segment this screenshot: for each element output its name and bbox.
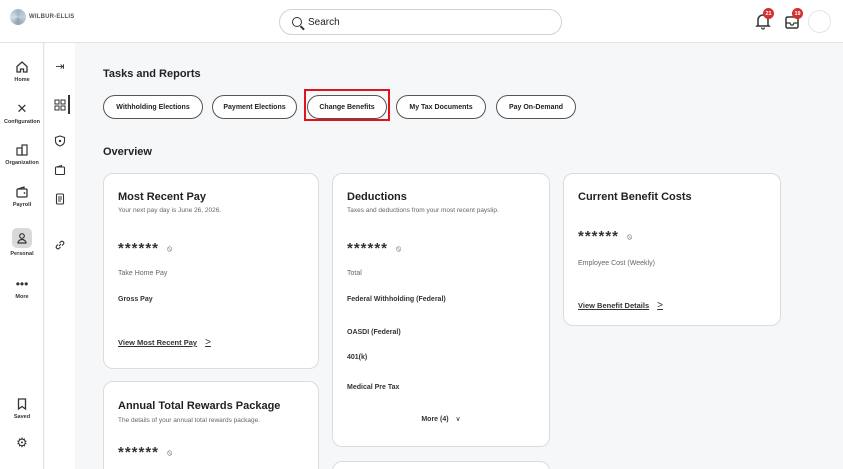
card-subtitle: Your next pay day is June 26, 2026. [118,207,222,214]
home-icon [16,61,28,73]
employee-cost-label: Employee Cost (Weekly) [578,260,655,267]
view-benefit-details-link[interactable]: View Benefit Details > [578,300,663,311]
nav-label-home: Home [14,77,30,83]
masked-amount: ****** ⦸ [118,444,172,461]
logo-text: WILBUR-ELLIS [29,14,75,20]
collapse-arrow-icon[interactable]: ⇥ [53,60,67,74]
current-benefit-costs-card: Current Benefit Costs ****** ⦸ Employee … [563,173,781,326]
document-icon[interactable] [53,193,67,207]
masked-amount: ****** ⦸ [578,228,632,245]
avatar[interactable] [808,10,831,33]
card-title: Deductions [347,191,407,203]
left-nav: Home ✕ Configuration Organization Payrol… [0,43,44,469]
chevron-right-icon: > [205,337,211,348]
masked-value: ****** [118,240,160,257]
masked-value: ****** [118,444,160,461]
masked-amount: ****** ⦸ [347,240,401,257]
nav-label-more: More [15,294,29,300]
nav-label-organization: Organization [5,160,39,166]
card-subtitle: Taxes and deductions from your most rece… [347,207,499,214]
deduction-item: OASDI (Federal) [347,329,401,336]
logo-mark [10,9,26,25]
more-label: More (4) [421,416,449,423]
nav-item-payroll[interactable]: Payroll [0,185,44,208]
card-title: Current Benefit Costs [578,191,692,203]
withholding-elections-button[interactable]: Withholding Elections [103,95,203,119]
search-placeholder: Search [308,16,340,28]
eye-slash-icon[interactable]: ⦸ [627,232,632,242]
link-label: View Most Recent Pay [118,338,198,347]
tools-icon: ✕ [16,101,28,116]
top-bar: WILBUR-ELLIS Search 21 19 [0,0,843,43]
more-deductions-button[interactable]: More (4) ∨ [333,415,549,423]
eye-slash-icon[interactable]: ⦸ [396,244,401,254]
inbox-badge: 19 [792,8,803,19]
link-label: View Benefit Details [578,301,650,310]
payment-elections-button[interactable]: Payment Elections [212,95,297,119]
nav-item-saved[interactable]: Saved [0,397,44,420]
view-most-recent-pay-link[interactable]: View Most Recent Pay > [118,337,211,348]
card-subtitle: The details of your annual total rewards… [118,417,261,424]
deduction-item: Medical Pre Tax [347,384,400,391]
masked-value: ****** [578,228,620,245]
shield-icon[interactable] [53,135,67,149]
masked-value: ****** [347,240,389,257]
nav-label-saved: Saved [13,414,31,420]
wallet-icon [16,186,28,198]
nav-label-configuration: Configuration [3,119,41,125]
notifications-button[interactable]: 21 [755,8,774,30]
gear-icon: ⚙ [16,435,28,450]
most-recent-pay-card: Most Recent Pay Your next pay day is Jun… [103,173,319,369]
card-title: Annual Total Rewards Package [118,400,281,412]
chevron-down-icon: ∨ [455,416,461,423]
deduction-item: 401(k) [347,354,368,361]
nav-item-home[interactable]: Home [0,60,44,83]
deduction-item: Federal Withholding (Federal) [347,296,446,303]
my-tax-documents-button[interactable]: My Tax Documents [396,95,486,119]
search-icon [292,17,302,27]
nav-item-organization[interactable]: Organization [0,143,44,166]
partial-card [332,461,550,469]
eye-slash-icon[interactable]: ⦸ [167,244,172,254]
eye-slash-icon[interactable]: ⦸ [167,448,172,458]
person-icon [12,228,32,248]
masked-amount: ****** ⦸ [118,240,172,257]
gross-pay-label: Gross Pay [118,296,153,303]
total-label: Total [347,270,362,277]
nav-item-personal[interactable]: Personal [0,228,44,257]
link-icon[interactable] [53,239,67,253]
tasks-heading: Tasks and Reports [103,68,201,80]
nav-label-personal: Personal [10,251,34,257]
company-logo[interactable]: WILBUR-ELLIS [10,9,74,25]
inbox-button[interactable]: 19 [784,8,803,30]
main-content: Tasks and Reports Withholding Elections … [76,43,843,469]
dashboard-icon[interactable] [53,99,67,113]
overview-heading: Overview [103,146,152,158]
nav-item-more[interactable]: ••• More [0,277,44,300]
annual-rewards-card: Annual Total Rewards Package The details… [103,381,319,469]
search-input[interactable]: Search [279,9,562,35]
take-home-label: Take Home Pay [118,270,168,277]
chevron-right-icon: > [657,300,663,311]
deductions-card: Deductions Taxes and deductions from you… [332,173,550,447]
wallet-icon[interactable] [53,164,67,178]
nav-item-settings[interactable]: ⚙ [0,436,44,450]
more-icon: ••• [15,277,29,291]
bookmark-icon [17,398,27,411]
notification-badge: 21 [763,8,774,19]
active-indicator [68,95,70,114]
secondary-nav: ⇥ [45,43,75,469]
card-title: Most Recent Pay [118,191,207,203]
highlight-box [304,89,390,121]
nav-label-payroll: Payroll [12,202,32,208]
org-icon [16,144,28,156]
nav-item-configuration[interactable]: ✕ Configuration [0,101,44,126]
pay-on-demand-button[interactable]: Pay On-Demand [496,95,576,119]
